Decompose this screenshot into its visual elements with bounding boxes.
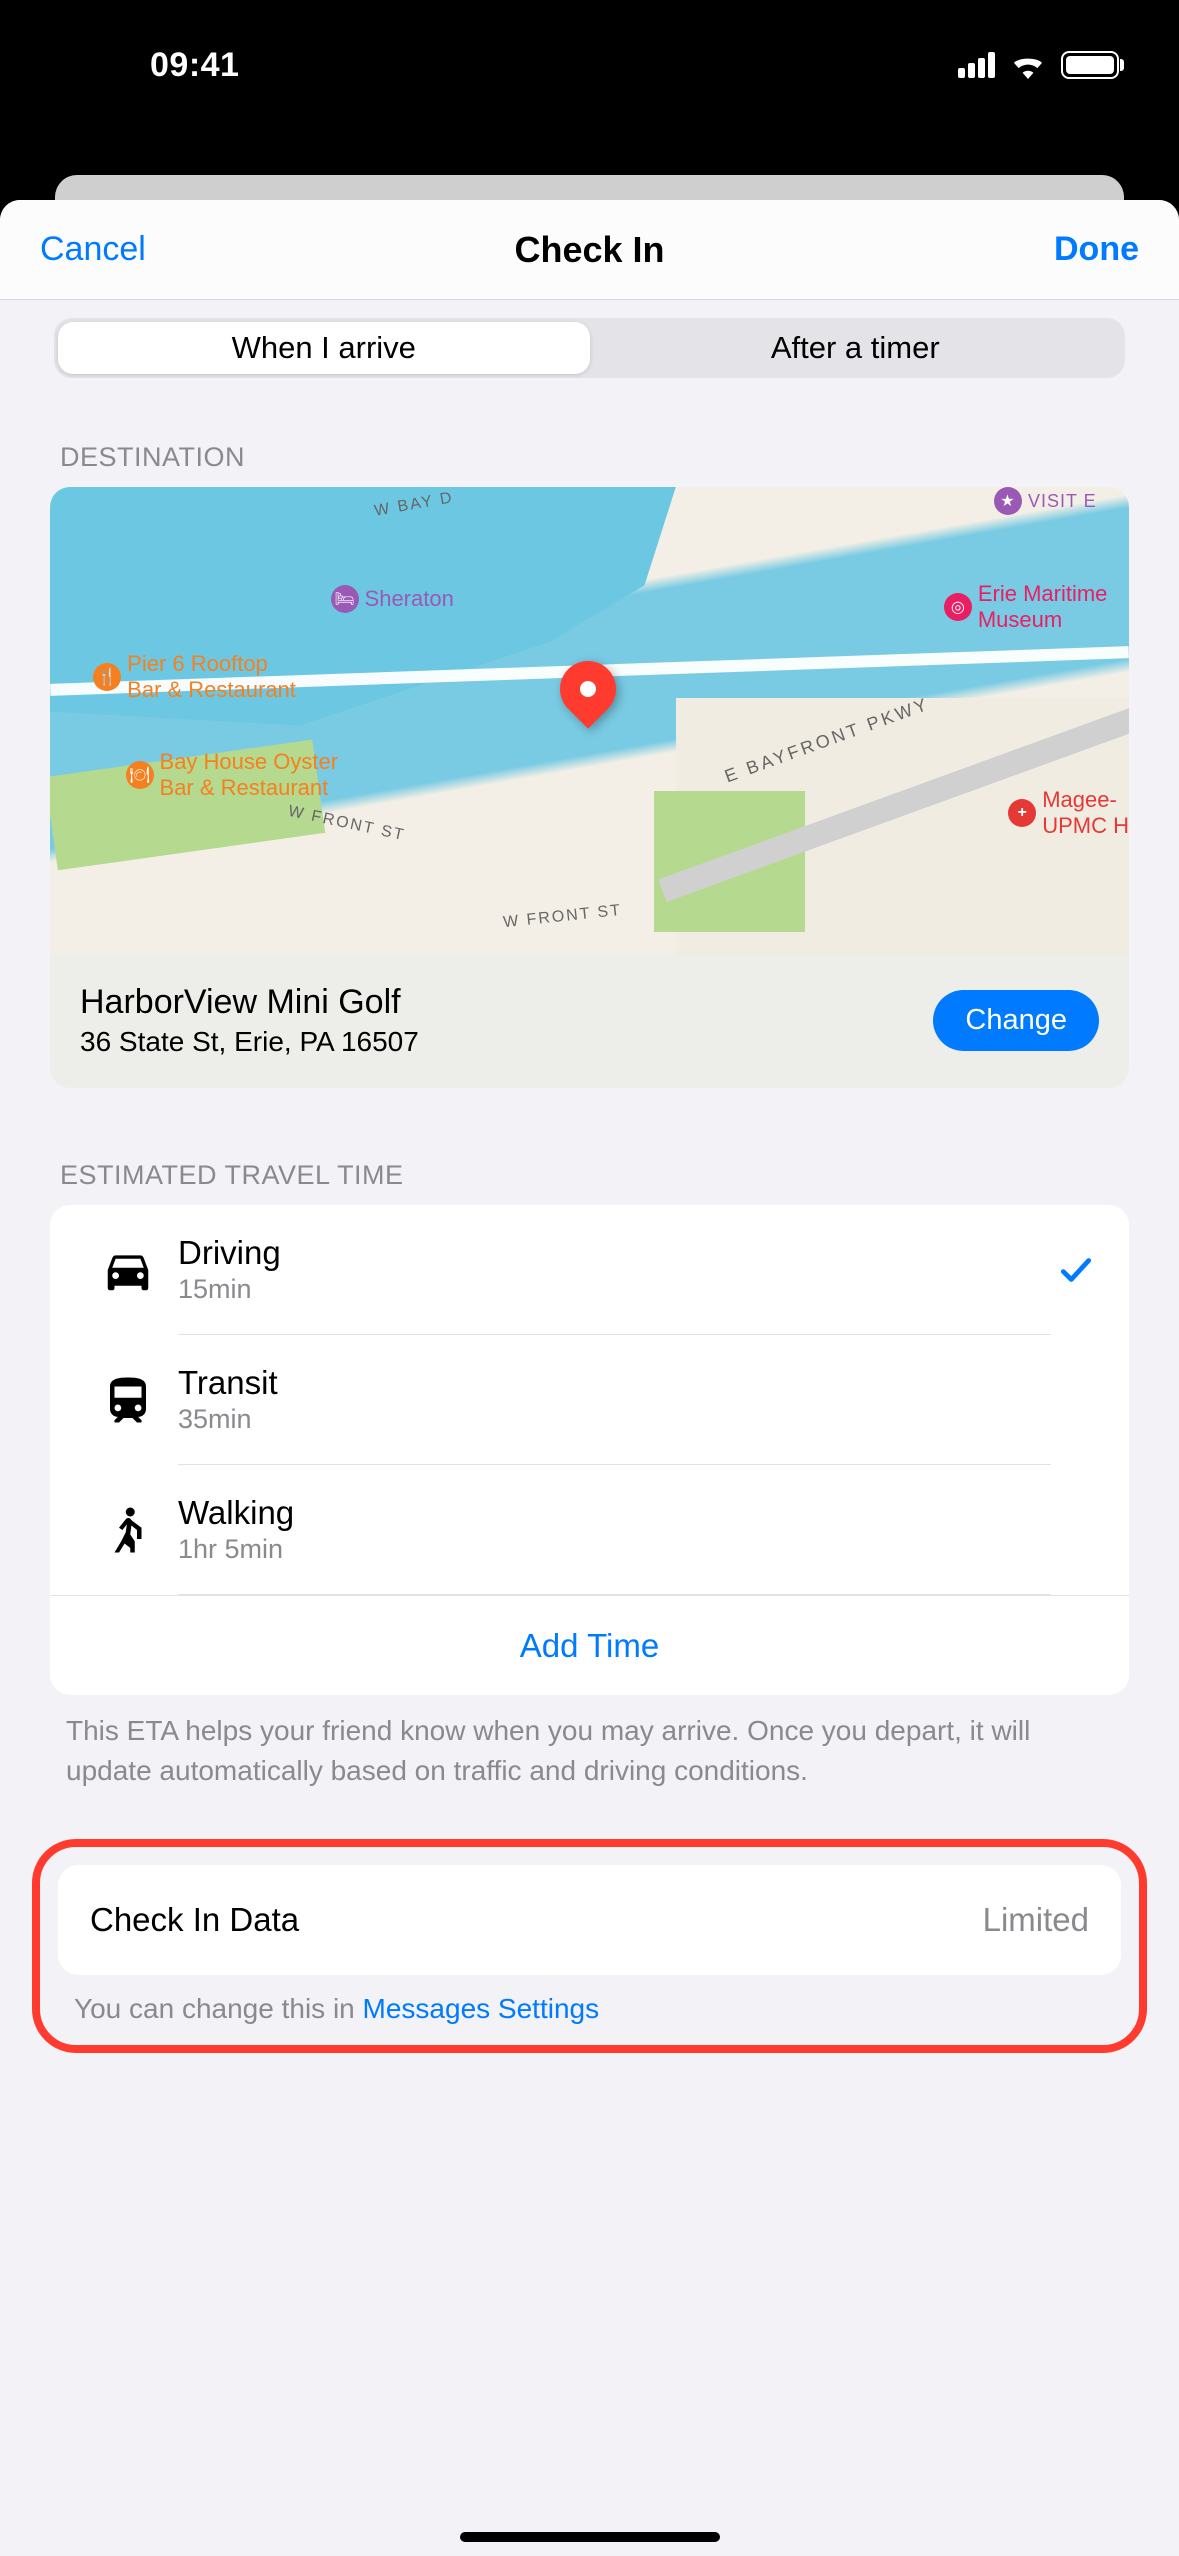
- map-view[interactable]: E BAYFRONT PKWY W FRONT ST W FRONT ST W …: [50, 487, 1129, 955]
- destination-footer: HarborView Mini Golf 36 State St, Erie, …: [50, 955, 1129, 1088]
- cellular-signal-icon: [958, 52, 995, 78]
- map-poi-bayhouse: 🍽Bay House OysterBar & Restaurant: [126, 749, 339, 801]
- travel-time-footer-text: This ETA helps your friend know when you…: [26, 1695, 1153, 1839]
- change-destination-button[interactable]: Change: [933, 990, 1099, 1051]
- check-in-data-value: Limited: [983, 1901, 1089, 1939]
- check-in-data-footer: You can change this in Messages Settings: [58, 1987, 1121, 2035]
- status-bar: 09:41: [0, 0, 1179, 110]
- segment-after-timer[interactable]: After a timer: [590, 322, 1122, 374]
- status-time: 09:41: [60, 46, 239, 85]
- destination-address: 36 State St, Erie, PA 16507: [80, 1026, 419, 1058]
- mode-segmented-control[interactable]: When I arrive After a timer: [54, 318, 1125, 378]
- home-indicator[interactable]: [460, 2532, 720, 2542]
- check-in-data-row[interactable]: Check In Data Limited: [58, 1865, 1121, 1975]
- car-icon: [78, 1243, 178, 1297]
- walking-icon: [78, 1503, 178, 1557]
- travel-label: Transit: [178, 1364, 1051, 1402]
- nav-header: Cancel Check In Done: [0, 200, 1179, 300]
- battery-icon: [1061, 51, 1119, 79]
- segment-when-i-arrive[interactable]: When I arrive: [58, 322, 590, 374]
- travel-option-driving[interactable]: Driving 15min: [50, 1205, 1129, 1335]
- map-poi-sheraton: 🛏Sheraton: [331, 585, 454, 613]
- travel-label: Walking: [178, 1494, 1051, 1532]
- map-poi-erie-museum: ◎Erie MaritimeMuseum: [944, 581, 1108, 633]
- travel-option-transit[interactable]: Transit 35min: [50, 1335, 1129, 1465]
- add-time-button[interactable]: Add Time: [50, 1595, 1129, 1695]
- travel-time: 35min: [178, 1404, 1051, 1435]
- destination-name: HarborView Mini Golf: [80, 983, 419, 1022]
- destination-section-header: DESTINATION: [60, 442, 1153, 473]
- road-label: W FRONT ST: [503, 902, 623, 932]
- map-poi-magee: +Magee-UPMC H: [1008, 787, 1129, 839]
- destination-card: E BAYFRONT PKWY W FRONT ST W FRONT ST W …: [50, 487, 1129, 1088]
- check-in-sheet: Cancel Check In Done When I arrive After…: [0, 200, 1179, 2556]
- road-label: W FRONT ST: [287, 802, 407, 844]
- messages-settings-link[interactable]: Messages Settings: [363, 1993, 600, 2024]
- check-in-data-label: Check In Data: [90, 1901, 299, 1939]
- travel-label: Driving: [178, 1234, 1051, 1272]
- transit-icon: [78, 1373, 178, 1427]
- checkmark-icon: [1051, 1251, 1101, 1289]
- check-in-data-highlight: Check In Data Limited You can change thi…: [32, 1839, 1147, 2053]
- wifi-icon: [1009, 51, 1047, 79]
- destination-pin-icon: [560, 661, 620, 721]
- map-poi-visit: ★VISIT E: [994, 487, 1097, 515]
- travel-option-walking[interactable]: Walking 1hr 5min: [50, 1465, 1129, 1595]
- cancel-button[interactable]: Cancel: [40, 230, 146, 269]
- map-poi-pier6: 🍴Pier 6 RooftopBar & Restaurant: [93, 651, 296, 703]
- travel-time-card: Driving 15min Transit 35min: [50, 1205, 1129, 1695]
- sheet-title: Check In: [514, 229, 664, 271]
- travel-time: 15min: [178, 1274, 1051, 1305]
- travel-time: 1hr 5min: [178, 1534, 1051, 1565]
- done-button[interactable]: Done: [1054, 230, 1139, 269]
- travel-time-section-header: ESTIMATED TRAVEL TIME: [60, 1160, 1153, 1191]
- status-right: [958, 51, 1119, 79]
